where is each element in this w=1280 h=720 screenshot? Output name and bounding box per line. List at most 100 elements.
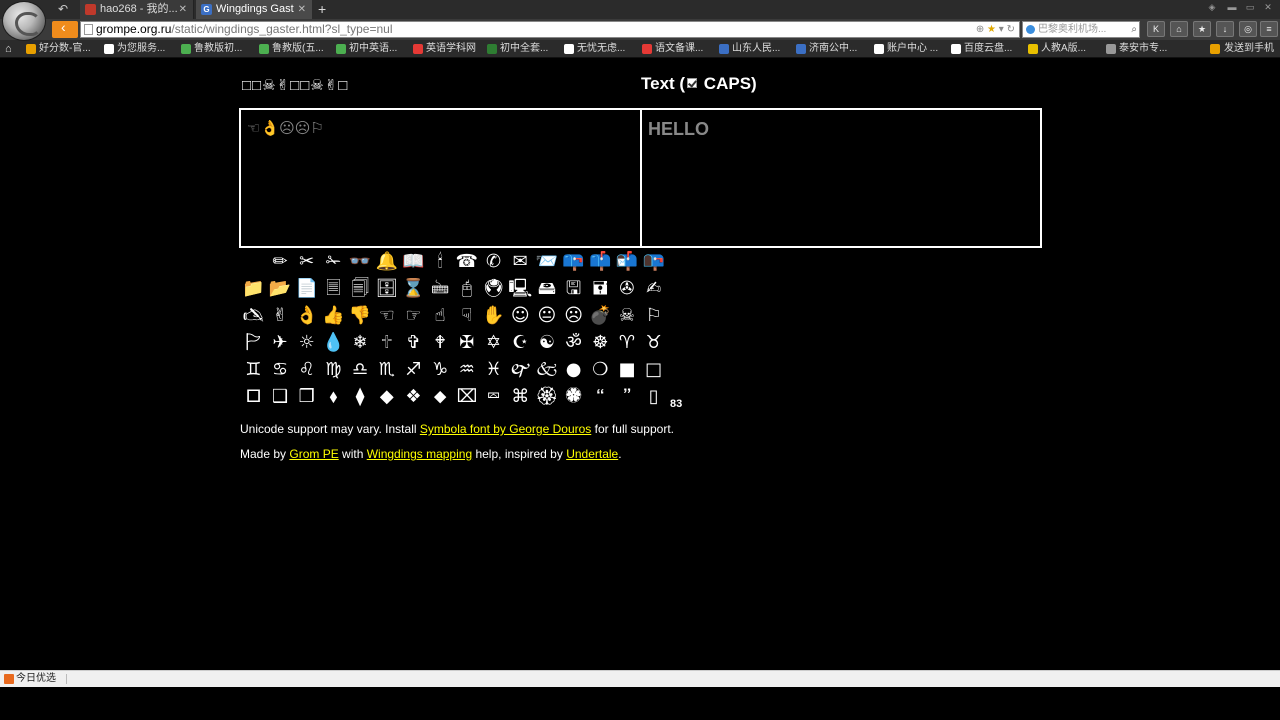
- glyph-button[interactable]: ☺: [507, 302, 534, 329]
- glyph-button[interactable]: ♉: [640, 329, 667, 356]
- glyph-button[interactable]: ♊: [240, 356, 267, 383]
- search-icon[interactable]: ⌕: [1131, 22, 1137, 37]
- glyph-button[interactable]: 🗐: [347, 275, 374, 302]
- glyph-button[interactable]: 🙵: [534, 356, 561, 383]
- glyph-button[interactable]: 💧: [320, 329, 347, 356]
- bookmark-item[interactable]: 山东人民...: [719, 40, 780, 58]
- glyph-button[interactable]: ♏: [373, 356, 400, 383]
- game-icon[interactable]: ◎: [1239, 21, 1257, 37]
- menu-icon[interactable]: ≡: [1260, 21, 1278, 37]
- glyph-button[interactable]: 🖰: [454, 275, 481, 302]
- glyph-button[interactable]: ♈: [614, 329, 641, 356]
- author-link[interactable]: Grom PE: [289, 447, 338, 461]
- glyph-button[interactable]: 📁: [240, 275, 267, 302]
- bookmark-item[interactable]: 初中全套...: [487, 40, 548, 58]
- wingdings-mapping-link[interactable]: Wingdings mapping: [367, 447, 472, 461]
- glyph-button[interactable]: 🕆: [373, 329, 400, 356]
- glyph-button[interactable]: 🕯: [427, 248, 454, 275]
- glyph-button[interactable]: ♌: [293, 356, 320, 383]
- glyph-button[interactable]: 📭: [640, 248, 667, 275]
- symbola-font-link[interactable]: Symbola font by George Douros: [420, 422, 591, 436]
- glyph-button[interactable]: ⬧: [320, 383, 347, 410]
- glyph-button[interactable]: ⚐: [640, 302, 667, 329]
- glyph-button[interactable]: 👍: [320, 302, 347, 329]
- glyph-button[interactable]: ♑: [427, 356, 454, 383]
- toolbar-button-1[interactable]: K: [1147, 21, 1165, 37]
- glyph-button[interactable]: 🙶: [587, 383, 614, 410]
- star-icon[interactable]: ★: [987, 24, 996, 35]
- wingdings-output[interactable]: ☜👌☹☹⚐: [247, 118, 324, 138]
- glyph-button[interactable]: 📂: [267, 275, 294, 302]
- search-bar[interactable]: 巴黎奥利机场... ⌕: [1022, 21, 1140, 38]
- glyph-button[interactable]: ☟: [454, 302, 481, 329]
- bookmark-item[interactable]: 英语学科网: [413, 40, 476, 58]
- home-icon[interactable]: ⌂: [5, 43, 17, 55]
- maximize-icon[interactable]: ▭: [1244, 2, 1256, 12]
- back-button[interactable]: [52, 19, 78, 38]
- glyph-button[interactable]: 🖎: [240, 302, 267, 329]
- undo-icon[interactable]: ↶: [56, 2, 70, 16]
- bookmark-item[interactable]: 济南公中...: [796, 40, 857, 58]
- shield-icon[interactable]: ◈: [1206, 2, 1218, 12]
- glyph-button[interactable]: ▯: [640, 383, 667, 410]
- glyph-button[interactable]: 🗄: [373, 275, 400, 302]
- glyph-button[interactable]: ✌: [267, 302, 294, 329]
- glyph-button[interactable]: 💣: [587, 302, 614, 329]
- bookmark-item[interactable]: 无忧无虑...: [564, 40, 625, 58]
- glyph-button[interactable]: 🖳: [507, 275, 534, 302]
- glyph-button[interactable]: ✁: [320, 248, 347, 275]
- glyph-button[interactable]: 🏵: [534, 383, 561, 410]
- glyph-button[interactable]: ⧫: [347, 383, 374, 410]
- glyph-button[interactable]: [240, 248, 267, 275]
- search-input[interactable]: 巴黎奥利机场...: [1038, 22, 1126, 37]
- caps-checkbox[interactable]: [687, 78, 698, 88]
- glyph-button[interactable]: ✇: [614, 275, 641, 302]
- today-picks-button[interactable]: 今日优选: [4, 671, 56, 687]
- glyph-button[interactable]: ॐ: [560, 329, 587, 356]
- glyph-button[interactable]: ✉: [507, 248, 534, 275]
- tab-close-icon[interactable]: ✕: [179, 0, 187, 19]
- glyph-button[interactable]: ☹: [560, 302, 587, 329]
- glyph-button[interactable]: 📨: [534, 248, 561, 275]
- glyph-button[interactable]: ♎: [347, 356, 374, 383]
- compat-mode-icon[interactable]: ⊕: [976, 24, 984, 35]
- glyph-button[interactable]: ⮹: [480, 383, 507, 410]
- glyph-button[interactable]: 🙰: [507, 356, 534, 383]
- glyph-button[interactable]: 📪: [560, 248, 587, 275]
- dropdown-icon[interactable]: ▾: [999, 24, 1004, 35]
- glyph-button[interactable]: ⌛: [400, 275, 427, 302]
- glyph-button[interactable]: 🙷: [614, 383, 641, 410]
- lock-icon[interactable]: ⌂: [1170, 21, 1188, 37]
- glyph-button[interactable]: ✠: [454, 329, 481, 356]
- tab-wingdings[interactable]: G Wingdings Gast ✕: [196, 0, 312, 19]
- glyph-button[interactable]: ❒: [293, 383, 320, 410]
- glyph-button[interactable]: ⌘: [507, 383, 534, 410]
- glyph-button[interactable]: ❄: [347, 329, 374, 356]
- glyph-button[interactable]: 🖲: [480, 275, 507, 302]
- glyph-button[interactable]: 😐: [534, 302, 561, 329]
- glyph-button[interactable]: 🕈: [427, 329, 454, 356]
- glyph-button[interactable]: ✈: [267, 329, 294, 356]
- glyph-button[interactable]: 🗏: [320, 275, 347, 302]
- glyph-button[interactable]: ❑: [267, 383, 294, 410]
- glyph-button[interactable]: ☜: [373, 302, 400, 329]
- glyph-button[interactable]: ◆: [373, 383, 400, 410]
- glyph-button[interactable]: 📫: [587, 248, 614, 275]
- bookmark-item[interactable]: 账户中心 ...: [874, 40, 938, 58]
- glyph-button[interactable]: ♓: [480, 356, 507, 383]
- browser-logo-icon[interactable]: [2, 1, 46, 41]
- bookmark-item[interactable]: 人教A版...: [1028, 40, 1086, 58]
- glyph-button[interactable]: 👓: [347, 248, 374, 275]
- bookmark-item[interactable]: 语文备课...: [642, 40, 703, 58]
- glyph-button[interactable]: ✆: [480, 248, 507, 275]
- download-icon[interactable]: ↓: [1216, 21, 1234, 37]
- glyph-button[interactable]: 📬: [614, 248, 641, 275]
- bookmark-item[interactable]: 为您服务...: [104, 40, 165, 58]
- tab-hao268[interactable]: hao268 - 我的... ✕: [80, 0, 194, 19]
- glyph-button[interactable]: ●: [560, 356, 587, 383]
- glyph-button[interactable]: ☝: [427, 302, 454, 329]
- glyph-button[interactable]: ❍: [587, 356, 614, 383]
- glyph-button[interactable]: ☠: [614, 302, 641, 329]
- glyph-button[interactable]: □: [640, 356, 667, 383]
- glyph-button[interactable]: ✞: [400, 329, 427, 356]
